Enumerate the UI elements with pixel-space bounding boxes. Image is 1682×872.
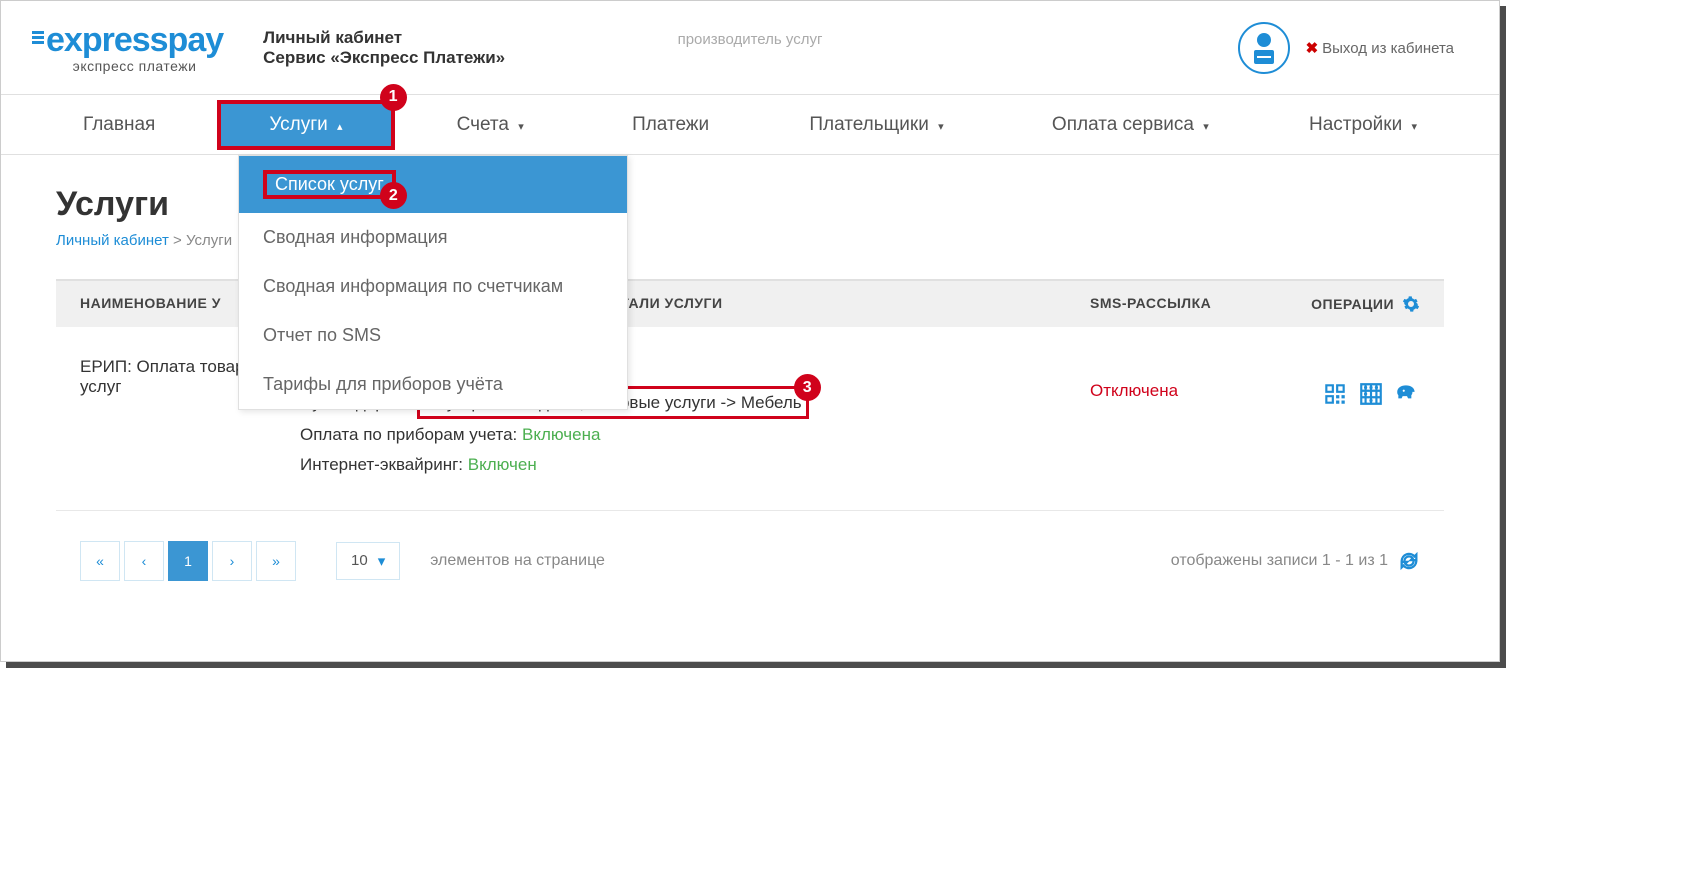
dropdown-item-tariffs[interactable]: Тарифы для приборов учёта: [239, 360, 627, 409]
header-right: ✖Выход из кабинета: [1238, 22, 1454, 74]
nav-payments[interactable]: Платежи: [610, 98, 731, 152]
th-ops-label: ОПЕРАЦИИ: [1311, 296, 1394, 312]
avatar-icon: [1244, 28, 1284, 68]
header: expresspay экспресс платежи Личный кабин…: [1, 1, 1499, 95]
close-icon: ✖: [1306, 40, 1319, 57]
nav-payers-label: Плательщики: [809, 114, 928, 135]
dropdown-item-summary[interactable]: Сводная информация: [239, 213, 627, 262]
abacus-icon[interactable]: [1358, 381, 1384, 407]
pagination: « ‹ 1 › » 10 ▾ элементов на странице ото…: [56, 511, 1444, 591]
caret-up-icon: ▴: [337, 121, 343, 133]
provider-label: производитель услуг: [678, 31, 823, 48]
gear-icon[interactable]: [1402, 295, 1420, 313]
piggy-bank-icon[interactable]: [1394, 381, 1420, 407]
logout-text: Выход из кабинета: [1322, 40, 1454, 57]
dropdown-item-meters[interactable]: Сводная информация по счетчикам: [239, 262, 627, 311]
nav-service-payment[interactable]: Оплата сервиса ▾: [1030, 98, 1231, 152]
page-size-select[interactable]: 10 ▾: [336, 542, 400, 580]
nav-services[interactable]: Услуги ▴ 1: [217, 100, 394, 150]
nav-settings[interactable]: Настройки ▾: [1287, 98, 1439, 152]
nav-invoices-label: Счета: [457, 114, 509, 135]
page-size-value: 10: [351, 552, 368, 569]
nav-service-payment-label: Оплата сервиса: [1052, 114, 1194, 135]
caret-down-icon: ▾: [1411, 121, 1417, 133]
breadcrumb-current: Услуги: [186, 232, 232, 249]
pager-prev[interactable]: ‹: [124, 541, 164, 581]
annotation-badge-1: 1: [380, 84, 407, 111]
dropdown-item-sms[interactable]: Отчет по SMS: [239, 311, 627, 360]
qr-icon[interactable]: [1322, 381, 1348, 407]
logout-link[interactable]: ✖Выход из кабинета: [1306, 39, 1454, 57]
pager-next[interactable]: ›: [212, 541, 252, 581]
sms-status: Отключена: [1090, 357, 1290, 401]
nav-settings-label: Настройки: [1309, 114, 1402, 135]
pager-last[interactable]: »: [256, 541, 296, 581]
th-operations: ОПЕРАЦИИ: [1290, 295, 1420, 313]
nav-home[interactable]: Главная: [61, 98, 177, 152]
annotation-badge-2: 2: [380, 182, 407, 209]
caret-down-icon: ▾: [378, 552, 386, 570]
nav-invoices[interactable]: Счета ▾: [435, 98, 546, 152]
cabinet-line1: Личный кабинет: [263, 28, 505, 48]
nav-bar: Главная Услуги ▴ 1 Счета ▾ Платежи Плате…: [1, 95, 1499, 155]
caret-down-icon: ▾: [1203, 121, 1209, 133]
breadcrumb-sep: >: [173, 232, 182, 249]
nav-services-label: Услуги: [269, 114, 327, 135]
page-size-label: элементов на странице: [430, 552, 605, 570]
cabinet-info: Личный кабинет Сервис «Экспресс Платежи»: [263, 28, 505, 68]
records-summary-text: отображены записи 1 - 1 из 1: [1171, 552, 1388, 570]
detail-meters: Оплата по приборам учета: Включена: [300, 421, 1090, 448]
pager-first[interactable]: «: [80, 541, 120, 581]
caret-down-icon: ▾: [938, 121, 944, 133]
cabinet-line2: Сервис «Экспресс Платежи»: [263, 48, 505, 68]
pager: « ‹ 1 › »: [80, 541, 296, 581]
records-summary: отображены записи 1 - 1 из 1: [1171, 550, 1420, 572]
logo-text: expresspay: [46, 21, 223, 60]
annotation-badge-3: 3: [794, 374, 821, 401]
breadcrumb-home[interactable]: Личный кабинет: [56, 232, 169, 249]
dropdown-item-label: Список услуг: [275, 174, 384, 194]
logo[interactable]: expresspay: [46, 21, 223, 60]
detail-acquiring: Интернет-эквайринг: Включен: [300, 451, 1090, 478]
pager-page-1[interactable]: 1: [168, 541, 208, 581]
content: Услуги Личный кабинет > Услуги НАИМЕНОВА…: [1, 155, 1499, 661]
refresh-icon[interactable]: [1398, 550, 1420, 572]
dropdown-item-list[interactable]: Список услуг 2: [239, 156, 627, 213]
logo-area: expresspay экспресс платежи: [46, 21, 223, 74]
operations: [1290, 357, 1420, 407]
th-sms: SMS-РАССЫЛКА: [1090, 295, 1290, 313]
avatar[interactable]: [1238, 22, 1290, 74]
logo-subtitle: экспресс платежи: [73, 58, 197, 74]
services-dropdown: Список услуг 2 Сводная информация Сводна…: [238, 155, 628, 410]
caret-down-icon: ▾: [518, 121, 524, 133]
nav-payers[interactable]: Плательщики ▾: [787, 98, 965, 152]
